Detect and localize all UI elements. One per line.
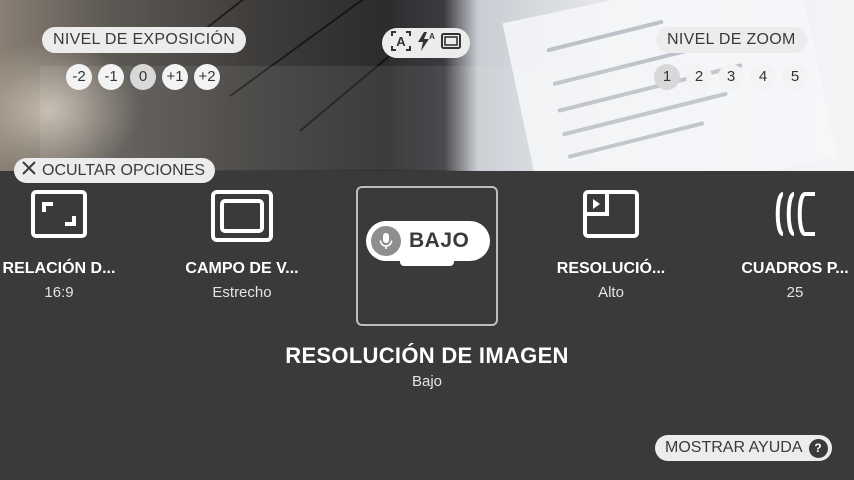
- show-help-label: MOSTRAR AYUDA: [665, 439, 803, 456]
- video-resolution-icon: [583, 190, 639, 243]
- flash-auto-icon[interactable]: A: [416, 30, 436, 57]
- option-value: 25: [786, 284, 804, 301]
- option-frame-rate[interactable]: CUADROS P... 25: [724, 186, 854, 326]
- show-help-button[interactable]: MOSTRAR AYUDA ?: [655, 435, 832, 461]
- zoom-selector: 1 2 3 4 5: [654, 64, 808, 90]
- aspect-ratio-icon: [31, 190, 87, 243]
- exposure-option[interactable]: -2: [66, 64, 92, 90]
- option-name: CUADROS P...: [741, 260, 849, 277]
- hide-options-button[interactable]: OCULTAR OPCIONES: [14, 158, 215, 183]
- selected-option-value: Bajo: [411, 373, 443, 390]
- option-field-of-view[interactable]: CAMPO DE V... Estrecho: [171, 186, 313, 326]
- svg-text:A: A: [396, 34, 406, 49]
- microphone-icon: [371, 226, 401, 256]
- exposure-option[interactable]: +2: [194, 64, 220, 90]
- option-name: CAMPO DE V...: [185, 260, 299, 277]
- zoom-option[interactable]: 2: [686, 64, 712, 90]
- exposure-option-selected[interactable]: 0: [130, 64, 156, 90]
- text-recognition-icon[interactable]: A: [390, 30, 412, 57]
- field-of-view-icon: [211, 190, 273, 247]
- zoom-option[interactable]: 4: [750, 64, 776, 90]
- help-icon: ?: [808, 438, 828, 458]
- option-value: Estrecho: [212, 284, 272, 301]
- option-value: 16:9: [44, 284, 74, 301]
- zoom-option[interactable]: 3: [718, 64, 744, 90]
- zoom-option-selected[interactable]: 1: [654, 64, 680, 90]
- option-image-resolution-selected[interactable]: BAJO: [356, 186, 498, 326]
- hide-options-label: OCULTAR OPCIONES: [42, 162, 205, 179]
- svg-text:A: A: [429, 32, 435, 41]
- option-name: RELACIÓN D...: [2, 260, 116, 277]
- option-name: RESOLUCIÓ...: [556, 260, 666, 277]
- exposure-option[interactable]: +1: [162, 64, 188, 90]
- exposure-label: NIVEL DE EXPOSICIÓN: [42, 27, 247, 53]
- exposure-selector: -2 -1 0 +1 +2: [66, 64, 220, 90]
- option-aspect-ratio[interactable]: RELACIÓN D... 16:9: [0, 186, 130, 326]
- quick-settings-pill: A A: [382, 28, 470, 58]
- option-value: Alto: [598, 284, 624, 301]
- frame-rate-icon: [773, 190, 817, 243]
- zoom-label: NIVEL DE ZOOM: [656, 27, 807, 53]
- close-icon: [22, 158, 36, 183]
- option-video-resolution[interactable]: RESOLUCIÓ... Alto: [540, 186, 682, 326]
- audio-level-pill[interactable]: BAJO: [366, 221, 490, 261]
- selected-option-title: RESOLUCIÓN DE IMAGEN: [285, 343, 569, 368]
- audio-level-label: BAJO: [409, 229, 470, 252]
- aspect-frame-icon[interactable]: [440, 30, 462, 57]
- exposure-option[interactable]: -1: [98, 64, 124, 90]
- zoom-option[interactable]: 5: [782, 64, 808, 90]
